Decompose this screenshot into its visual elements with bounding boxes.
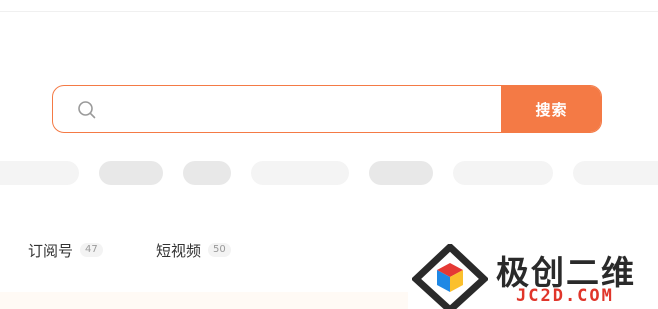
category-pill-skeleton[interactable] [573,161,658,185]
content-strip [0,292,408,309]
tab-count-badge: 50 [208,243,231,257]
search-input[interactable] [111,86,491,132]
tab-label: 短视频 [156,241,202,260]
search-bar: 搜索 [52,85,602,133]
category-pill-skeleton[interactable] [251,161,349,185]
category-pill-skeleton[interactable] [99,161,163,185]
category-pill-skeleton[interactable] [0,161,79,185]
tab-subscriptions[interactable]: 订阅号 47 [28,240,103,260]
category-pill-skeleton[interactable] [369,161,433,185]
cube-logo-icon [410,242,490,309]
tab-count-badge: 47 [80,243,103,257]
header-divider [0,11,658,12]
tab-short-videos[interactable]: 短视频 50 [156,240,231,260]
category-pill-skeleton[interactable] [453,161,553,185]
category-pill-skeleton[interactable] [183,161,231,185]
watermark-subtitle: JC2D.COM [516,286,614,306]
watermark: 极创二维 JC2D.COM [410,240,658,309]
tab-label: 订阅号 [28,241,74,260]
search-button[interactable]: 搜索 [501,86,601,132]
search-icon [77,100,97,120]
